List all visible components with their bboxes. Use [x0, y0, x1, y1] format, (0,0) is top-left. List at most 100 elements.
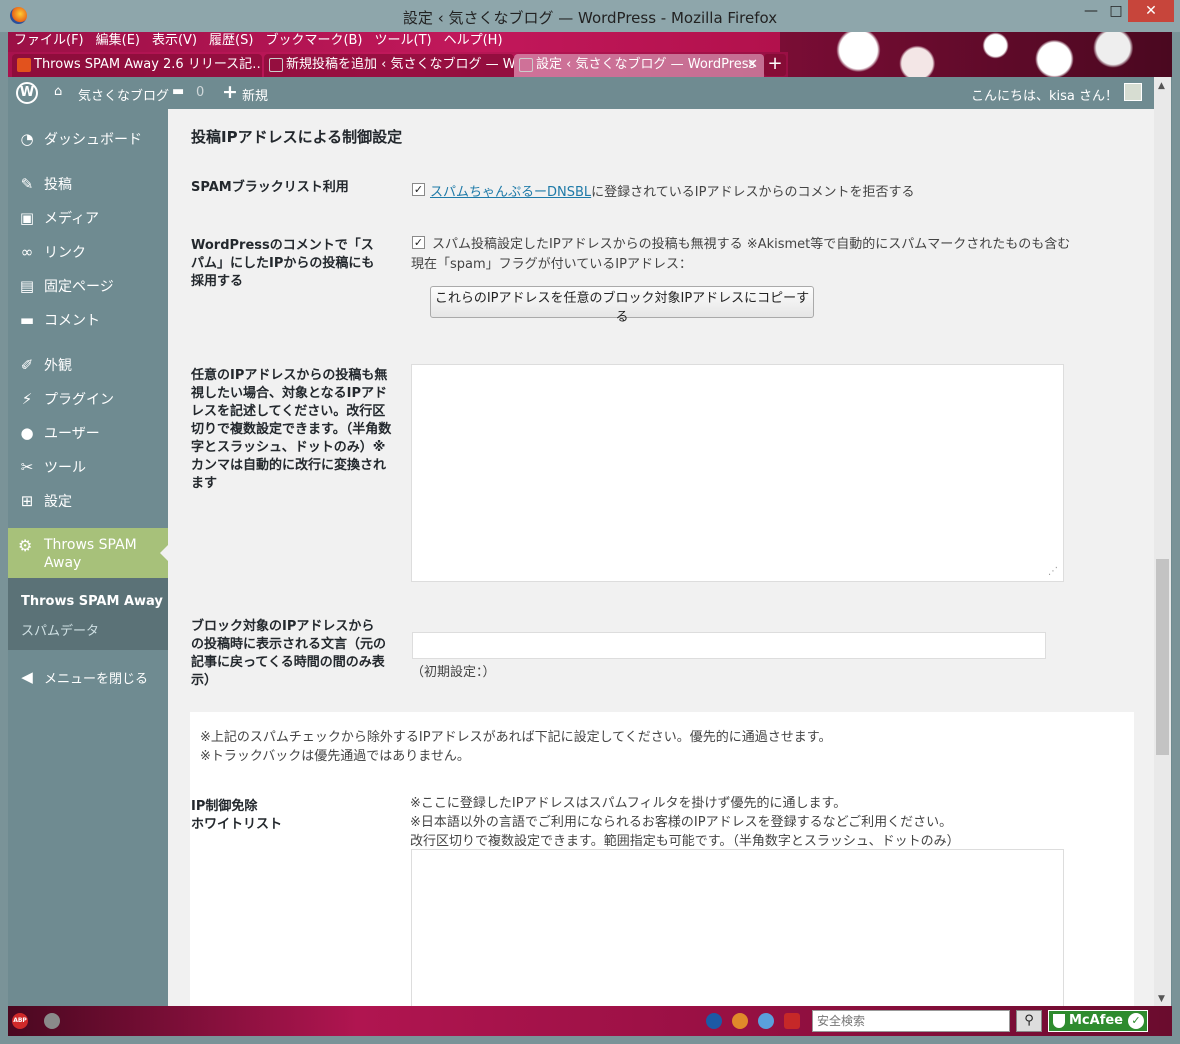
- main-content: 投稿IPアドレスによる制御設定 SPAMブラックリスト利用 ✓ スパムちゃんぷる…: [168, 109, 1154, 1006]
- scroll-thumb[interactable]: [1156, 559, 1169, 755]
- whitelist-desc-2: ※日本語以外の言語でご利用になられるお客様のIPアドレスを登録するなどご利用くだ…: [410, 815, 953, 830]
- tab-close-icon[interactable]: ✕: [747, 54, 758, 76]
- menu-bookmarks[interactable]: ブックマーク(B): [265, 32, 362, 50]
- vertical-scrollbar[interactable]: ▲ ▼: [1154, 77, 1171, 1006]
- mcafee-shield-icon[interactable]: [784, 1013, 800, 1029]
- safe-search-input[interactable]: 安全検索: [812, 1010, 1010, 1032]
- brush-icon: ✐: [20, 356, 34, 374]
- menu-file[interactable]: ファイル(F): [14, 32, 84, 50]
- dnsbl-link[interactable]: スパムちゃんぷるーDNSBL: [430, 185, 591, 200]
- tab-new-post[interactable]: 新規投稿を追加 ‹ 気さくなブログ — W…: [264, 54, 514, 77]
- window-frame-left: [0, 32, 8, 1044]
- sidebar-item-tools[interactable]: ✂ ツール: [8, 451, 168, 481]
- block-message-label: ブロック対象のIPアドレスからの投稿時に表示される文言（元の記事に戻ってくる時間…: [191, 619, 387, 688]
- sidebar-item-plugins[interactable]: ⚡ プラグイン: [8, 383, 168, 413]
- maximize-button[interactable]: □: [1105, 0, 1127, 22]
- sidebar-item-links[interactable]: ∞ リンク: [8, 236, 168, 266]
- user-greeting[interactable]: こんにちは、kisa さん！: [971, 85, 1118, 104]
- sidebar-item-label: リンク: [44, 245, 86, 261]
- avatar[interactable]: [1124, 83, 1142, 101]
- menu-help[interactable]: ヘルプ(H): [444, 32, 503, 50]
- sidebar-item-dashboard[interactable]: ◔ ダッシュボード: [8, 123, 168, 153]
- wp-admin-bar: W ⌂ 気さくなブログ ▬ 0 + 新規 こんにちは、kisa さん！: [8, 77, 1154, 109]
- plus-icon[interactable]: +: [222, 81, 238, 103]
- collapse-menu-label: メニューを閉じる: [44, 672, 149, 687]
- sidebar-item-appearance[interactable]: ✐ 外観: [8, 349, 168, 379]
- menu-view[interactable]: 表示(V): [152, 32, 197, 50]
- sidebar-item-throws-spam-away[interactable]: ⚙ Throws SPAM Away: [8, 528, 169, 578]
- sidebar-item-posts[interactable]: ✎ 投稿: [8, 168, 168, 198]
- sidebar-item-label: プラグイン: [44, 392, 114, 408]
- tab-label: 設定 ‹ 気さくなブログ — WordPress: [536, 57, 756, 72]
- sidebar-item-label: コメント: [44, 313, 100, 329]
- block-ip-textarea[interactable]: ⋰: [411, 364, 1064, 582]
- theme-blossom-image: [780, 32, 1172, 77]
- submenu-item-spam-data[interactable]: スパムデータ: [21, 620, 99, 639]
- window-title: 設定 ‹ 気さくなブログ — WordPress - Mozilla Firef…: [402, 9, 778, 27]
- tab-label: Throws SPAM Away 2.6 リリース記…: [34, 57, 262, 72]
- sidebar-item-label: ダッシュボード: [44, 132, 142, 148]
- addon-ball-icon[interactable]: [758, 1013, 774, 1029]
- comment-count[interactable]: 0: [196, 85, 204, 100]
- block-message-hint: （初期設定：）: [411, 665, 496, 680]
- mcafee-logo-icon: [1053, 1014, 1065, 1028]
- minimize-button[interactable]: —: [1077, 0, 1105, 22]
- sidebar-item-media[interactable]: ▣ メディア: [8, 202, 168, 232]
- tab-throws-spam-away[interactable]: Throws SPAM Away 2.6 リリース記…: [12, 54, 262, 77]
- skype-icon[interactable]: [706, 1013, 722, 1029]
- sidebar-item-users[interactable]: ● ユーザー: [8, 417, 168, 447]
- sidebar-item-label: 設定: [44, 494, 72, 510]
- search-icon[interactable]: ⚲: [1016, 1010, 1042, 1032]
- window-frame-bottom: [0, 1036, 1180, 1044]
- wp-spam-ip-label: WordPressのコメントで「スパム」にしたIPからの投稿にも採用する: [191, 238, 375, 289]
- whitelist-label-1: IP制御免除: [191, 799, 258, 814]
- sidebar-item-comments[interactable]: ▬ コメント: [8, 304, 168, 334]
- adblock-plus-icon[interactable]: ABP: [12, 1013, 28, 1029]
- status-bar: ABP 安全検索 ⚲ McAfee ✓: [8, 1006, 1172, 1036]
- wp-spam-ip-checkbox[interactable]: ✓: [412, 236, 425, 249]
- menu-history[interactable]: 履歴(S): [209, 32, 253, 50]
- plugin-icon: ⚡: [21, 390, 33, 408]
- whitelist-note-2: ※トラックバックは優先通過ではありません。: [200, 749, 470, 764]
- new-tab-button[interactable]: +: [764, 54, 786, 76]
- close-window-button[interactable]: ✕: [1128, 0, 1174, 22]
- copy-ip-button[interactable]: これらのIPアドレスを任意のブロック対象IPアドレスにコピーする: [430, 286, 814, 325]
- resize-grip-icon[interactable]: ⋰: [1048, 566, 1058, 577]
- sidebar-item-label: ユーザー: [44, 426, 100, 442]
- submenu-item-throws-spam-away[interactable]: Throws SPAM Away: [21, 594, 163, 609]
- addon-globe-icon[interactable]: [44, 1013, 60, 1029]
- menu-edit[interactable]: 編集(E): [96, 32, 140, 50]
- page-favicon-icon: [519, 58, 533, 72]
- pin-icon: ✎: [20, 175, 34, 193]
- page-favicon-icon: [269, 58, 283, 72]
- sidebar-item-settings[interactable]: ⊞ 設定: [8, 485, 168, 515]
- sidebar-item-pages[interactable]: ▤ 固定ページ: [8, 270, 168, 300]
- tab-settings[interactable]: 設定 ‹ 気さくなブログ — WordPress ✕: [514, 54, 764, 77]
- dashboard-icon: ◔: [20, 130, 34, 148]
- mcafee-status-button[interactable]: McAfee ✓: [1048, 1010, 1148, 1032]
- comment-bubble-icon[interactable]: ▬: [172, 84, 184, 99]
- addon-fox-icon[interactable]: [732, 1013, 748, 1029]
- whitelist-textarea[interactable]: [411, 849, 1064, 1006]
- new-content-link[interactable]: 新規: [242, 85, 268, 104]
- sidebar-item-label: ツール: [44, 460, 86, 476]
- mcafee-label: McAfee: [1069, 1013, 1123, 1028]
- scroll-down-icon[interactable]: ▼: [1158, 994, 1165, 1004]
- settings-icon: ⊞: [20, 492, 34, 510]
- dnsbl-description: スパムちゃんぷるーDNSBLに登録されているIPアドレスからのコメントを拒否する: [430, 181, 914, 200]
- menu-tools[interactable]: ツール(T): [375, 32, 432, 50]
- wordpress-logo-icon[interactable]: W: [16, 82, 38, 104]
- sidebar-item-label: メディア: [44, 211, 100, 227]
- dnsbl-checkbox[interactable]: ✓: [412, 183, 425, 196]
- gear-icon: ⚙: [18, 536, 33, 555]
- tab-bar: Throws SPAM Away 2.6 リリース記… 新規投稿を追加 ‹ 気さ…: [8, 52, 788, 77]
- block-message-input[interactable]: [412, 632, 1046, 659]
- collapse-icon: ◀: [21, 668, 33, 686]
- collapse-menu-button[interactable]: ◀ メニューを閉じる: [8, 661, 168, 691]
- site-favicon-icon: [17, 58, 31, 72]
- scroll-up-icon[interactable]: ▲: [1158, 81, 1165, 91]
- whitelist-desc-1: ※ここに登録したIPアドレスはスパムフィルタを掛けず優先的に通します。: [410, 796, 847, 811]
- home-icon[interactable]: ⌂: [54, 84, 62, 99]
- whitelist-desc-3: 改行区切りで複数設定できます。範囲指定も可能です。（半角数字とスラッシュ、ドット…: [410, 834, 960, 849]
- site-name-link[interactable]: 気さくなブログ: [78, 85, 169, 104]
